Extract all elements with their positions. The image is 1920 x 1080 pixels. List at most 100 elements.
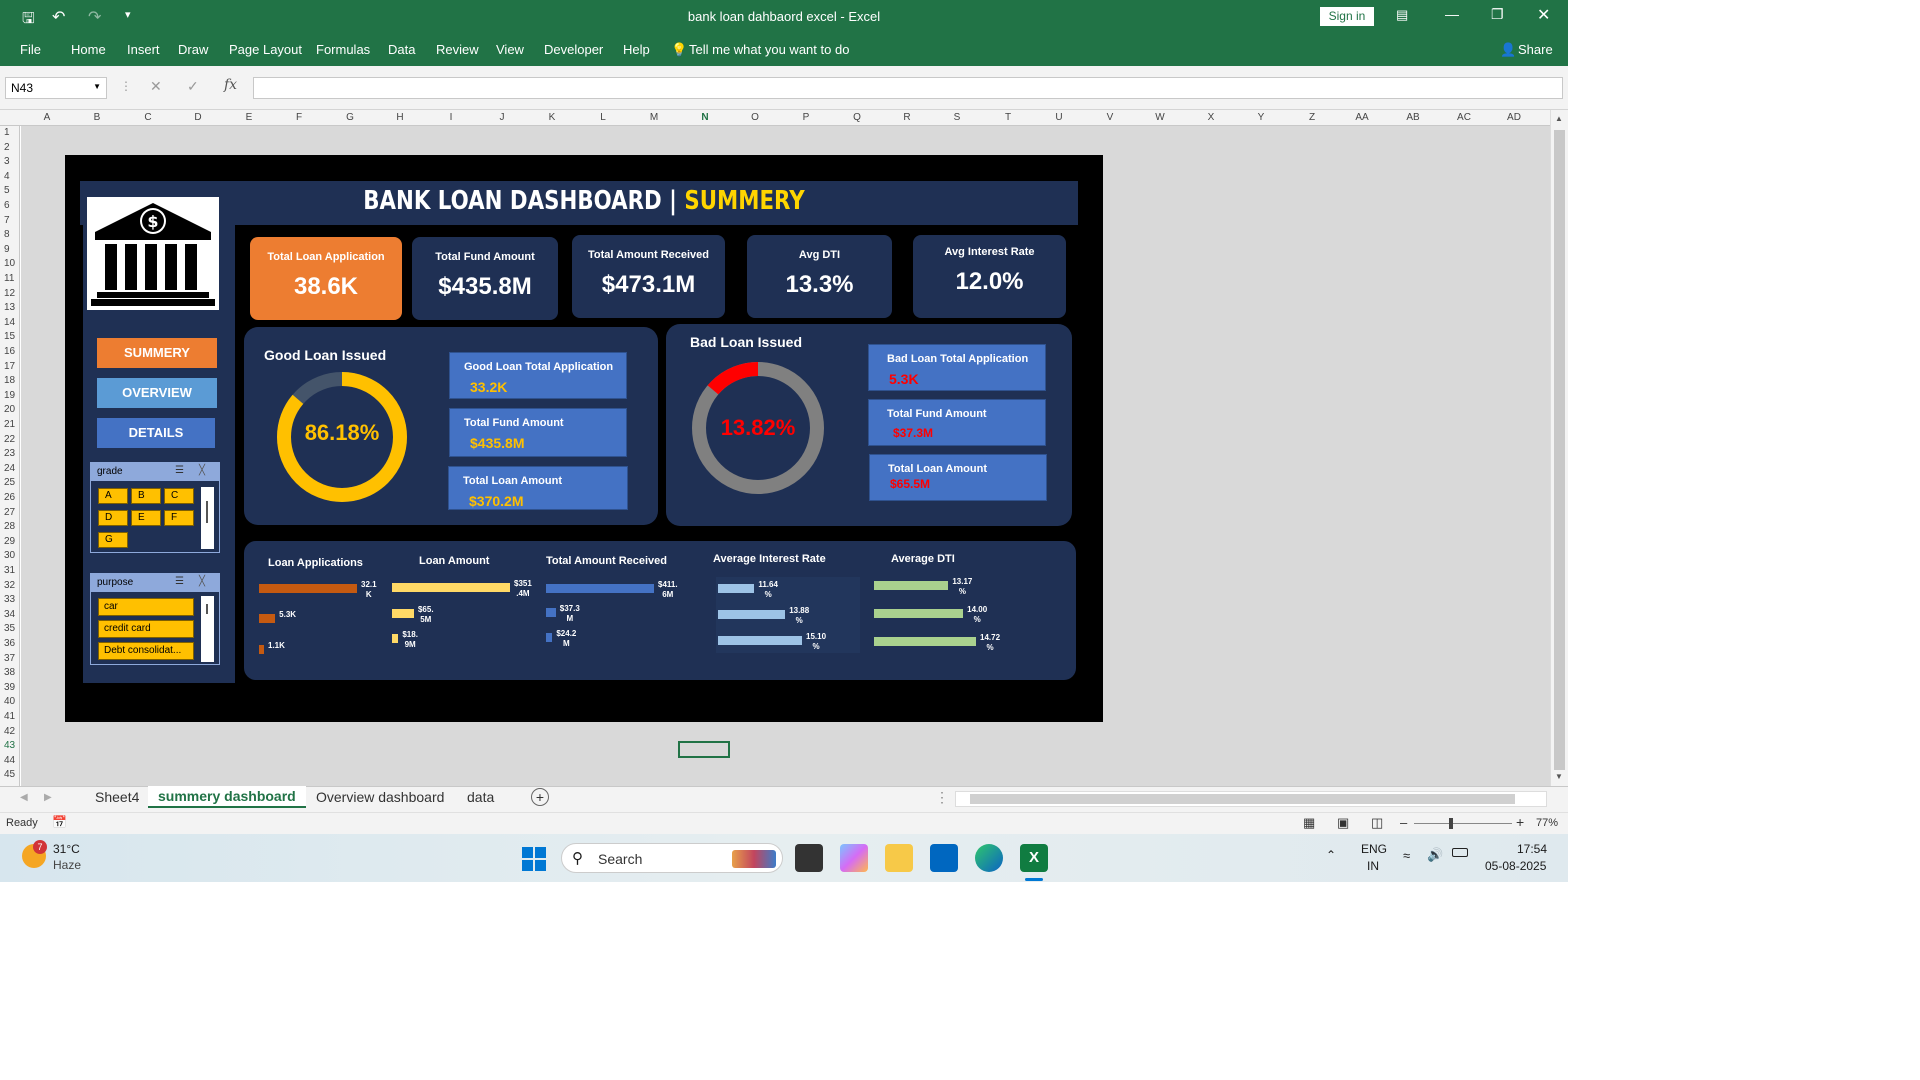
selected-cell[interactable] [678,741,730,758]
tray-chevron-icon[interactable]: ⌃ [1326,848,1336,862]
lang-region[interactable]: IN [1367,859,1379,873]
page-layout-icon[interactable]: ▣ [1337,815,1349,831]
hscroll-thumb[interactable] [970,794,1515,804]
formula-input[interactable] [253,77,1563,99]
column-header[interactable]: X [1201,112,1221,123]
column-header[interactable]: S [947,112,967,123]
column-header[interactable]: E [239,112,259,123]
column-header[interactable]: K [542,112,562,123]
sheet-tab[interactable]: Overview dashboard [316,789,444,805]
column-header[interactable]: J [492,112,512,123]
sheet-tab[interactable]: data [467,789,494,805]
ribbon-display-icon[interactable]: ▤ [1396,7,1408,23]
share-button[interactable]: Share [1518,42,1553,57]
row-header[interactable]: 40 [4,696,15,707]
column-header[interactable]: AB [1403,112,1423,123]
clock-date[interactable]: 05-08-2025 [1485,859,1546,873]
row-header[interactable]: 28 [4,521,15,532]
row-header[interactable]: 44 [4,755,15,766]
task-view-icon[interactable] [795,844,823,872]
split-handle-icon[interactable]: ⋮ [935,789,949,806]
nav-overview-button[interactable]: OVERVIEW [97,378,217,408]
row-header[interactable]: 24 [4,463,15,474]
row-header[interactable]: 35 [4,623,15,634]
grade-chip[interactable]: G [98,532,128,548]
restore-icon[interactable]: ❐ [1491,6,1504,23]
tab-home[interactable]: Home [71,42,106,57]
column-header[interactable]: O [745,112,765,123]
zoom-out-icon[interactable]: – [1400,815,1407,830]
row-header[interactable]: 33 [4,594,15,605]
lang-code[interactable]: ENG [1361,842,1387,856]
tab-insert[interactable]: Insert [127,42,160,57]
slicer-scrollbar[interactable] [201,487,214,549]
clear-filter-icon[interactable]: ╳ [199,465,205,476]
column-header[interactable]: AC [1454,112,1474,123]
accessibility-icon[interactable]: 📅 [52,815,67,829]
column-header[interactable]: N [695,112,715,123]
grade-chip[interactable]: B [131,488,161,504]
battery-icon[interactable] [1452,848,1468,857]
row-header[interactable]: 17 [4,361,15,372]
tab-file[interactable]: File [20,42,41,57]
column-header[interactable]: W [1150,112,1170,123]
nav-details-button[interactable]: DETAILS [97,418,215,448]
column-header[interactable]: M [644,112,664,123]
column-header[interactable]: L [593,112,613,123]
row-header[interactable]: 41 [4,711,15,722]
row-header[interactable]: 37 [4,653,15,664]
tab-page-layout[interactable]: Page Layout [229,42,302,57]
slicer-scrollbar[interactable] [201,596,214,662]
next-sheet-icon[interactable]: ▶ [44,792,52,803]
column-header[interactable]: H [390,112,410,123]
row-header[interactable]: 1 [4,127,10,138]
row-header[interactable]: 25 [4,477,15,488]
column-header[interactable]: Z [1302,112,1322,123]
column-header[interactable]: AD [1504,112,1524,123]
purpose-chip[interactable]: credit card [98,620,194,638]
tab-review[interactable]: Review [436,42,479,57]
volume-icon[interactable]: 🔊 [1427,847,1443,863]
row-header[interactable]: 36 [4,638,15,649]
row-header[interactable]: 8 [4,229,10,240]
grade-chip[interactable]: F [164,510,194,526]
scroll-up-icon[interactable]: ▲ [1555,114,1563,123]
tab-data[interactable]: Data [388,42,415,57]
row-header[interactable]: 4 [4,171,10,182]
row-header[interactable]: 19 [4,390,15,401]
row-header[interactable]: 5 [4,185,10,196]
row-header[interactable]: 34 [4,609,15,620]
purpose-chip[interactable]: Debt consolidat... [98,642,194,660]
zoom-slider[interactable] [1414,818,1512,829]
tab-draw[interactable]: Draw [178,42,208,57]
close-icon[interactable]: ✕ [1537,5,1550,25]
column-header[interactable]: D [188,112,208,123]
row-header[interactable]: 11 [4,273,14,284]
row-header[interactable]: 22 [4,434,15,445]
row-header[interactable]: 23 [4,448,15,459]
row-header[interactable]: 39 [4,682,15,693]
row-header[interactable]: 26 [4,492,15,503]
insert-function-icon[interactable]: fx [224,77,237,93]
row-header[interactable]: 15 [4,331,15,342]
zoom-in-icon[interactable]: + [1516,814,1524,830]
normal-view-icon[interactable]: ▦ [1303,815,1315,831]
wifi-icon[interactable]: ≈ [1403,848,1410,863]
column-header[interactable]: A [37,112,57,123]
name-box[interactable]: N43 ▼ [5,77,107,99]
row-header[interactable]: 32 [4,580,15,591]
column-header[interactable]: C [138,112,158,123]
vertical-scrollbar[interactable]: ▲ ▼ [1550,110,1568,786]
minimize-icon[interactable]: — [1445,6,1459,22]
prev-sheet-icon[interactable]: ◀ [20,792,28,803]
column-header[interactable]: G [340,112,360,123]
row-header[interactable]: 27 [4,507,15,518]
page-break-icon[interactable]: ◫ [1371,815,1383,831]
tab-developer[interactable]: Developer [544,42,603,57]
scroll-down-icon[interactable]: ▼ [1555,772,1563,781]
column-header[interactable]: Y [1251,112,1271,123]
edge-icon[interactable] [975,844,1003,872]
row-header[interactable]: 21 [4,419,15,430]
row-header[interactable]: 2 [4,142,10,153]
column-header[interactable]: T [998,112,1018,123]
